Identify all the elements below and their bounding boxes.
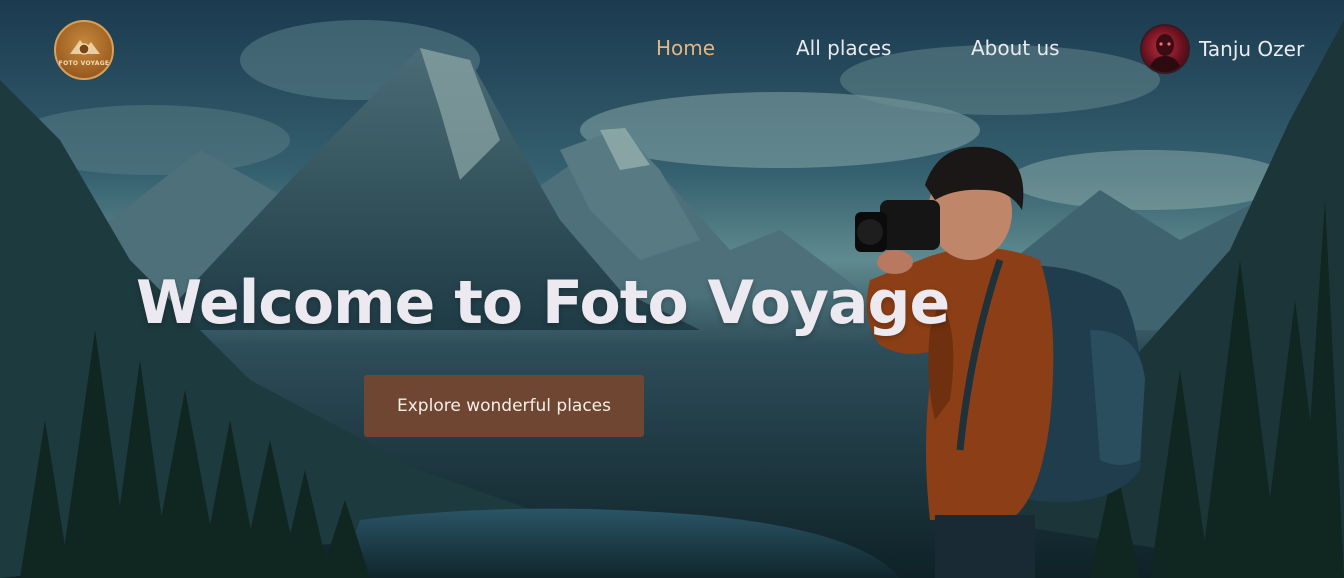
user-menu[interactable]: Tanju Ozer [1140, 24, 1304, 74]
nav-link-home[interactable]: Home [656, 36, 715, 60]
nav-link-all-places[interactable]: All places [796, 36, 891, 60]
user-name[interactable]: Tanju Ozer [1199, 37, 1304, 61]
hero-section: FOTO VOYAGE Home All places About us Tan… [0, 0, 1344, 578]
user-avatar-icon [1148, 34, 1182, 72]
hero-title: Welcome to Foto Voyage [136, 268, 950, 338]
nav-link-about-us[interactable]: About us [971, 36, 1060, 60]
explore-places-button[interactable]: Explore wonderful places [364, 375, 644, 437]
user-avatar[interactable] [1140, 24, 1190, 74]
